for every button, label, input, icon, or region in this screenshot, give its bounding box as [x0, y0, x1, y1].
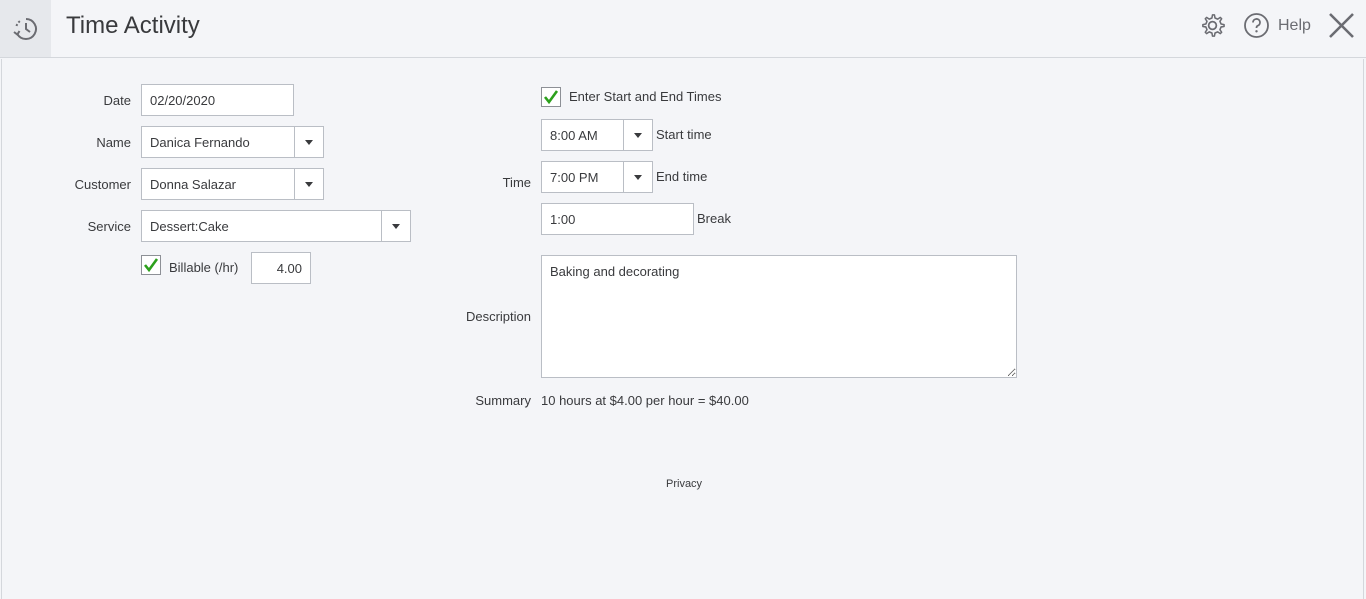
summary-label: Summary [475, 393, 531, 408]
service-dropdown[interactable]: Dessert:Cake [141, 210, 411, 242]
checkmark-icon [143, 258, 159, 273]
app-icon-box [0, 0, 51, 57]
name-dropdown-toggle[interactable] [294, 127, 323, 157]
customer-label: Customer [74, 177, 131, 192]
enter-times-label: Enter Start and End Times [569, 89, 722, 104]
privacy-link[interactable]: Privacy [666, 478, 702, 490]
time-activity-clock-icon [12, 17, 37, 40]
service-value: Dessert:Cake [150, 218, 229, 234]
billable-rate-field[interactable] [251, 252, 311, 284]
date-field[interactable] [141, 84, 294, 116]
checkmark-icon [543, 90, 559, 105]
name-label: Name [96, 135, 131, 150]
billable-rate-input[interactable] [252, 260, 302, 276]
page-title: Time Activity [66, 12, 200, 39]
chevron-down-icon [634, 132, 642, 138]
gear-icon[interactable] [1199, 12, 1226, 39]
description-label: Description [465, 309, 531, 324]
billable-label: Billable (/hr) [169, 260, 239, 275]
customer-dropdown-toggle[interactable] [294, 169, 323, 199]
customer-dropdown[interactable]: Donna Salazar [141, 168, 324, 200]
end-time-dropdown[interactable]: 7:00 PM [541, 161, 653, 193]
summary-text: 10 hours at $4.00 per hour = $40.00 [541, 393, 749, 408]
chevron-down-icon [392, 223, 400, 229]
chevron-down-icon [305, 181, 313, 187]
start-time-dropdown-toggle[interactable] [623, 120, 652, 150]
help-button[interactable]: Help [1243, 12, 1311, 39]
date-input[interactable] [150, 92, 293, 108]
service-label: Service [87, 219, 131, 234]
customer-value: Donna Salazar [150, 176, 236, 192]
name-value: Danica Fernando [150, 134, 250, 150]
start-time-dropdown[interactable]: 8:00 AM [541, 119, 653, 151]
billable-checkbox[interactable] [141, 255, 161, 275]
chevron-down-icon [634, 174, 642, 180]
name-dropdown[interactable]: Danica Fernando [141, 126, 324, 158]
service-dropdown-toggle[interactable] [381, 211, 410, 241]
close-icon[interactable] [1328, 12, 1355, 39]
break-label: Break [697, 211, 731, 226]
time-label: Time [502, 175, 531, 190]
enter-times-checkbox[interactable] [541, 87, 561, 107]
question-circle-icon [1244, 13, 1269, 38]
end-time-dropdown-toggle[interactable] [623, 162, 652, 192]
chevron-down-icon [305, 139, 313, 145]
end-time-value: 7:00 PM [550, 169, 599, 185]
break-input[interactable] [550, 211, 693, 227]
description-textarea[interactable]: Baking and decorating [541, 255, 1017, 378]
start-time-value: 8:00 AM [550, 127, 598, 143]
end-time-label: End time [656, 169, 708, 184]
help-label: Help [1278, 16, 1311, 34]
start-time-label: Start time [656, 127, 712, 142]
header-bar: Time Activity Help [0, 0, 1366, 58]
date-label: Date [103, 93, 131, 108]
break-field[interactable] [541, 203, 694, 235]
